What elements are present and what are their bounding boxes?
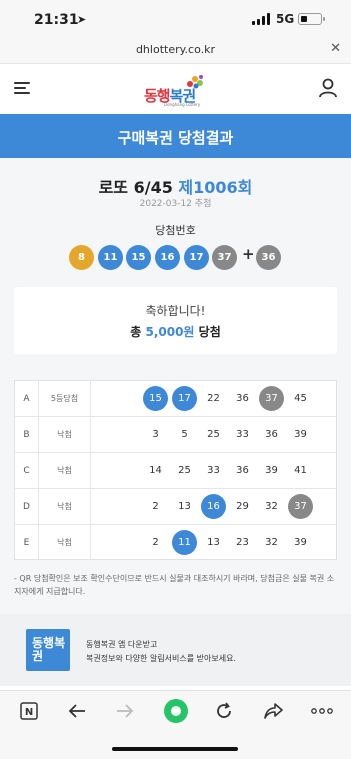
battery-icon [298, 13, 325, 25]
svg-text:N: N [25, 707, 33, 718]
ticket-number: 15 [143, 386, 168, 411]
hamburger-icon[interactable] [14, 82, 30, 94]
app-promo-banner[interactable]: 동행복권 동행복권 앱 다운받고 복권정보와 다양한 알림서비스를 받아보세요. [0, 614, 351, 686]
ticket-number: 36 [236, 465, 249, 476]
ticket-number: 17 [172, 386, 197, 411]
winning-numbers: 8 11 15 16 17 37 36 [0, 245, 351, 270]
ticket-line-status: 낙첨 [39, 489, 91, 524]
ticket-number: 45 [294, 393, 307, 404]
winning-ball: 11 [98, 245, 123, 270]
winning-ball: 8 [69, 245, 94, 270]
ticket-number: 25 [178, 465, 191, 476]
logo-subtitle: Donghang Lottery [164, 102, 201, 107]
ticket-row: C 낙첨 14 25 33 36 39 41 [15, 453, 336, 489]
naver-n-icon[interactable]: N [14, 699, 44, 723]
result-box: 축하합니다! 총 5,000원 당첨 [14, 287, 337, 354]
ticket-number: 2 [152, 501, 159, 512]
app-logo: 동행복권 [26, 629, 70, 671]
url-bar[interactable]: dhlottery.co.kr ✕ [0, 38, 351, 64]
ticket-number: 36 [265, 429, 278, 440]
draw-date: 2022-03-12 추첨 [139, 199, 212, 209]
ticket-line-status: 5등당첨 [39, 381, 91, 416]
promo-line-1: 동행복권 앱 다운받고 [86, 640, 158, 649]
winning-ball: 17 [184, 245, 209, 270]
ticket-line-label: E [15, 525, 39, 560]
home-indicator[interactable] [112, 747, 238, 751]
ticket-number: 32 [265, 537, 278, 548]
congratulations-text: 축하합니다! [145, 304, 206, 318]
ticket-number: 2 [152, 537, 159, 548]
draw-round-title: 로또 6/45 제1006회 [0, 174, 351, 198]
ticket-number: 13 [207, 537, 220, 548]
app-logo-text: 동행복권 [32, 636, 66, 663]
back-arrow-icon[interactable] [62, 699, 92, 723]
winning-ball: 15 [126, 245, 151, 270]
ticket-number: 33 [207, 465, 220, 476]
network-label: 5G [276, 12, 295, 26]
page-banner: 구매복권 당첨결과 [0, 114, 351, 158]
ticket-line-status: 낙첨 [39, 417, 91, 452]
ticket-line-status: 낙첨 [39, 453, 91, 488]
ticket-number: 41 [294, 465, 307, 476]
ticket-row: E 낙첨 2 11 13 23 32 39 [15, 525, 336, 561]
ticket-number: 39 [294, 537, 307, 548]
user-icon[interactable] [317, 77, 339, 99]
ticket-number: 25 [207, 429, 220, 440]
ticket-number: 37 [259, 386, 284, 411]
ticket-number: 33 [236, 429, 249, 440]
signal-icon [252, 13, 272, 25]
status-time: 21:31 [34, 12, 79, 28]
ticket-row: A 5등당첨 15 17 22 36 37 45 [15, 381, 336, 417]
plus-sign: + [242, 245, 255, 263]
ticket-line-label: A [15, 381, 39, 416]
game-name: 로또 6/45 [98, 178, 173, 197]
ticket-number: 5 [181, 429, 188, 440]
forward-arrow-icon[interactable] [110, 699, 140, 723]
ticket-number: 39 [265, 465, 278, 476]
site-header: 동행복권 Donghang Lottery [0, 64, 351, 114]
close-icon[interactable]: ✕ [330, 41, 341, 56]
ticket-number: 22 [207, 393, 220, 404]
status-bar: 21:31 ➤ 5G [0, 0, 351, 38]
ticket-number: 3 [152, 429, 159, 440]
url-text[interactable]: dhlottery.co.kr [0, 43, 351, 56]
ticket-number: 11 [172, 530, 197, 555]
ticket-number: 14 [149, 465, 162, 476]
browser-toolbar: N [0, 690, 351, 759]
ticket-number: 37 [288, 494, 313, 519]
bonus-ball: 36 [256, 245, 281, 270]
ticket-row: D 낙첨 2 13 16 29 32 37 [15, 489, 336, 525]
qr-notice: - QR 당첨확인은 보조 확인수단이므로 반드시 실물과 대조하시기 바라며,… [14, 574, 335, 596]
ticket-line-label: B [15, 417, 39, 452]
ticket-number: 29 [236, 501, 249, 512]
ticket-number: 39 [294, 429, 307, 440]
ticket-number: 32 [265, 501, 278, 512]
winning-ball: 37 [212, 245, 237, 270]
share-icon[interactable] [258, 699, 288, 723]
ticket-row: B 낙첨 3 5 25 33 36 39 [15, 417, 336, 453]
round-number: 제1006회 [178, 178, 253, 197]
promo-line-2: 복권정보와 다양한 알림서비스를 받아보세요. [86, 654, 237, 663]
site-logo[interactable]: 동행복권 Donghang Lottery [144, 74, 208, 107]
ticket-line-label: D [15, 489, 39, 524]
ticket-number: 23 [236, 537, 249, 548]
ticket-number: 36 [236, 393, 249, 404]
reload-icon[interactable] [209, 699, 239, 723]
ticket-number: 16 [201, 494, 226, 519]
ticket-table: A 5등당첨 15 17 22 36 37 45 B 낙첨 3 5 25 33 36 39 C 낙첨 14 25 33 3… [14, 380, 337, 560]
location-arrow-icon: ➤ [77, 13, 87, 26]
ticket-line-label: C [15, 453, 39, 488]
ticket-number: 13 [178, 501, 191, 512]
more-icon[interactable] [307, 699, 337, 723]
winning-ball: 16 [155, 245, 180, 270]
home-circle-icon[interactable] [160, 697, 192, 725]
ticket-line-status: 낙첨 [39, 525, 91, 560]
page-title: 구매복권 당첨결과 [117, 129, 234, 147]
prize-amount: 총 5,000원 당첨 [130, 325, 221, 339]
winning-numbers-label: 당첨번호 [155, 224, 196, 237]
